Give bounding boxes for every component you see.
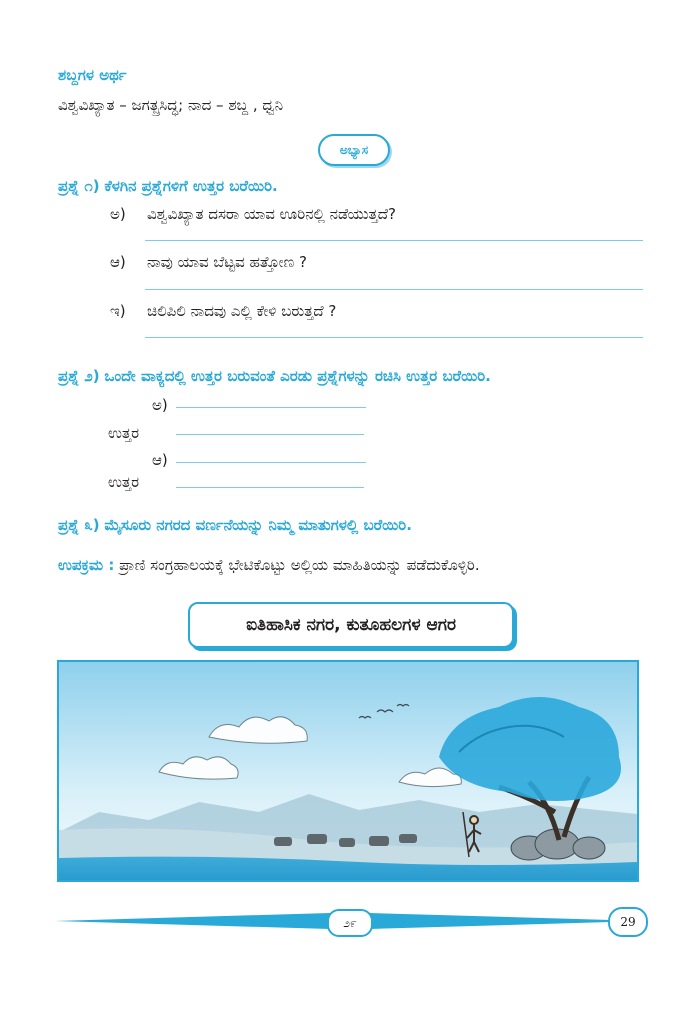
landscape-drawing [59, 662, 637, 880]
page-number-kannada: ೨೯ [327, 909, 373, 937]
landscape-illustration [57, 660, 639, 882]
activity-text: ಪ್ರಾಣಿ ಸಂಗ್ರಹಾಲಯಕ್ಕೆ ಭೇಟಿಕೊಟ್ಟು ಅಲ್ಲಿಯ ಮ… [119, 556, 480, 574]
question-2-text: ಒಂದೇ ವಾಕ್ಯದಲ್ಲಿ ಉತ್ತರ ಬರುವಂತೆ ಎರಡು ಪ್ರಶ್… [104, 367, 491, 385]
activity: ಉಪಕ್ರಮ : ಪ್ರಾಣಿ ಸಂಗ್ರಹಾಲಯಕ್ಕೆ ಭೇಟಿಕೊಟ್ಟು… [58, 556, 480, 574]
question-line [176, 462, 366, 463]
answer-line [145, 337, 643, 338]
question-3-label: ಪ್ರಶ್ನೆ ೩) [58, 516, 100, 534]
question-1: ಪ್ರಶ್ನೆ ೧) ಕೆಳಗಿನ ಪ್ರಶ್ನೆಗಳಿಗೆ ಉತ್ತರ ಬರೆ… [58, 177, 278, 195]
glossary-text: ವಿಶ್ವವಿಖ್ಯಾತ – ಜಗತ್ಪ್ರಸಿದ್ಧ; ನಾದ – ಶಬ್ದ … [58, 96, 284, 114]
page-number: 29 [608, 907, 648, 937]
answer-line [145, 289, 643, 290]
activity-label: ಉಪಕ್ರಮ : [58, 556, 115, 574]
q1-item-c-text: ಚಿಲಿಪಿಲಿ ನಾದವು ಎಲ್ಲಿ ಕೇಳಿ ಬರುತ್ತದೆ ? [147, 302, 337, 320]
exercise-badge: ಅಭ್ಯಾಸ [318, 134, 390, 166]
q1-item-a-marker: ಅ) [110, 205, 126, 223]
q1-item-c-marker: ಇ) [110, 302, 126, 320]
q1-item-b-marker: ಆ) [110, 253, 126, 271]
question-3: ಪ್ರಶ್ನೆ ೩) ಮೈಸೂರು ನಗರದ ವರ್ಣನೆಯನ್ನು ನಿಮ್ಮ… [58, 516, 412, 534]
question-2-label: ಪ್ರಶ್ನೆ ೨) [58, 367, 100, 385]
q2-answer-label-b: ಉತ್ತರ [108, 473, 140, 491]
answer-line [176, 434, 364, 435]
answer-line [176, 487, 364, 488]
question-3-text: ಮೈಸೂರು ನಗರದ ವರ್ಣನೆಯನ್ನು ನಿಮ್ಮ ಮಾತುಗಳಲ್ಲಿ… [104, 516, 412, 534]
question-1-text: ಕೆಳಗಿನ ಪ್ರಶ್ನೆಗಳಿಗೆ ಉತ್ತರ ಬರೆಯಿರಿ. [104, 177, 278, 195]
answer-line [145, 240, 643, 241]
q1-item-a-text: ವಿಶ್ವವಿಖ್ಯಾತ ದಸರಾ ಯಾವ ಊರಿನಲ್ಲಿ ನಡೆಯುತ್ತದ… [147, 205, 396, 223]
question-2: ಪ್ರಶ್ನೆ ೨) ಒಂದೇ ವಾಕ್ಯದಲ್ಲಿ ಉತ್ತರ ಬರುವಂತೆ… [58, 367, 491, 385]
q1-item-b-text: ನಾವು ಯಾವ ಬೆಟ್ಟವ ಹತ್ತೋಣ ? [147, 253, 307, 271]
question-1-label: ಪ್ರಶ್ನೆ ೧) [58, 177, 100, 195]
q2-marker-a: ಅ) [152, 396, 168, 414]
glossary-heading: ಶಬ್ದಗಳ ಅರ್ಥ [58, 66, 127, 84]
question-line [176, 407, 366, 408]
lesson-title: ಐತಿಹಾಸಿಕ ನಗರ, ಕುತೂಹಲಗಳ ಆಗರ [188, 602, 514, 648]
q2-marker-b: ಆ) [152, 451, 168, 469]
q2-answer-label-a: ಉತ್ತರ [108, 424, 140, 442]
